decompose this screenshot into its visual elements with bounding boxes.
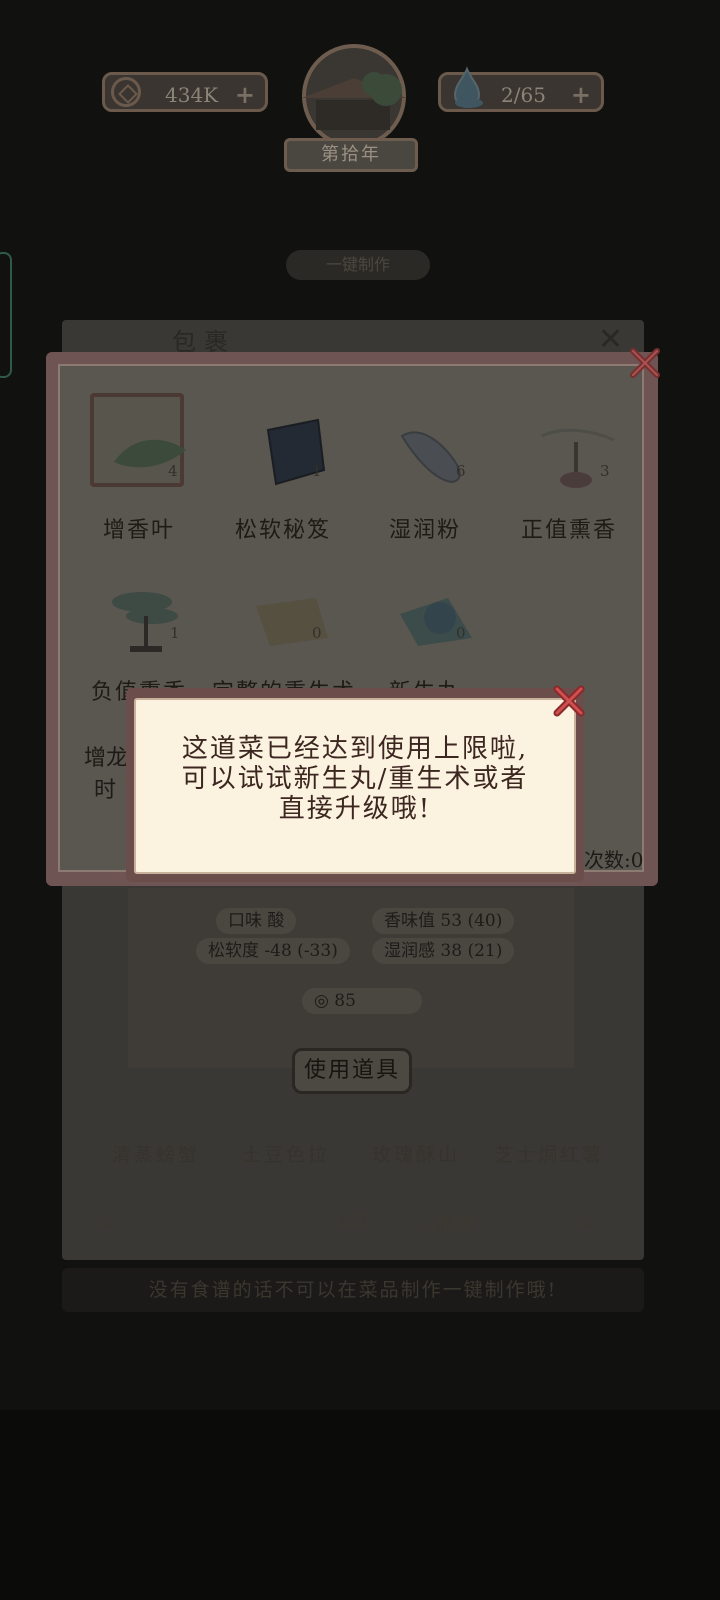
- coin-counter[interactable]: 434K +: [102, 72, 268, 112]
- side-tab[interactable]: [0, 252, 12, 378]
- scroll-icon: [256, 598, 328, 646]
- item-slot[interactable]: 3 正值熏香: [504, 366, 634, 543]
- partial-item-label: 时: [94, 778, 117, 803]
- dish-label[interactable]: 芝士焗红薯: [494, 1140, 604, 1167]
- energy-value: 2/65: [501, 83, 546, 107]
- alert-message: 这道菜已经达到使用上限啦, 可以试试新生丸/重生术或者 直接升级哦!: [138, 734, 572, 824]
- item-slot[interactable]: 6 湿润粉: [360, 366, 490, 543]
- item-count: 1: [170, 624, 180, 642]
- item-slot[interactable]: 4 增香叶: [74, 366, 204, 543]
- price-stat: ◎ 85: [302, 988, 422, 1014]
- alert-line: 直接升级哦!: [278, 794, 432, 824]
- next-page-arrow-icon[interactable]: ⇨: [578, 1208, 600, 1238]
- item-slot[interactable]: 1 负值熏香: [74, 528, 204, 705]
- prev-page-arrow-icon[interactable]: ⇦: [96, 1208, 118, 1238]
- item-slot[interactable]: 1 松软秘笈: [218, 366, 348, 543]
- year-banner: 第拾年: [284, 138, 418, 172]
- pill-icon: [400, 598, 472, 646]
- filter-button[interactable]: ⌕ 筛选: [416, 1208, 474, 1237]
- alert-line: 可以试试新生丸/重生术或者: [181, 764, 529, 794]
- powder-icon: [400, 431, 461, 484]
- item-name: 正值熏香: [520, 518, 617, 543]
- item-count: 1: [312, 462, 322, 480]
- partial-item-label: 增龙: [84, 746, 129, 771]
- incense-icon: [541, 428, 615, 488]
- coin-icon: [111, 77, 141, 107]
- dish-label[interactable]: 玫瑰酥山: [372, 1140, 460, 1167]
- alert-close-icon[interactable]: [552, 684, 586, 718]
- book-icon: [266, 418, 326, 486]
- item-count: 6: [456, 462, 466, 480]
- add-energy-button[interactable]: +: [571, 75, 591, 115]
- hint-banner: 没有食谱的话不可以在菜品制作一键制作哦!: [62, 1268, 644, 1312]
- alert-line: 这道菜已经达到使用上限啦,: [181, 734, 529, 764]
- price-coin-icon: ◎: [314, 991, 335, 1011]
- bonsai-incense-icon: [112, 592, 178, 652]
- bottom-safe-area: [0, 1410, 720, 1600]
- item-count: 4: [168, 462, 178, 480]
- moisture-stat: 湿润感 38 (21): [372, 938, 515, 964]
- coin-value: 434K: [165, 83, 219, 107]
- item-slot[interactable]: 0 完整的重生术: [212, 528, 354, 705]
- magnifier-icon: ⌕: [416, 1212, 434, 1236]
- leaf-icon: [114, 439, 186, 468]
- item-count: 0: [312, 624, 322, 642]
- page-indicator: 1/2: [336, 1208, 369, 1232]
- item-count: 0: [456, 624, 466, 642]
- add-coins-button[interactable]: +: [235, 75, 255, 115]
- item-slot[interactable]: 0 新生丸: [360, 528, 490, 705]
- use-item-button[interactable]: 使用道具: [292, 1048, 412, 1094]
- item-count: 3: [600, 462, 610, 480]
- taste-stat: 口味 酸: [216, 908, 297, 934]
- dish-label[interactable]: 土豆色拉: [242, 1140, 330, 1167]
- water-drop-icon: [453, 66, 483, 108]
- aroma-stat: 香味值 53 (40): [372, 908, 515, 934]
- softness-stat: 松软度 -48 (-33): [196, 938, 350, 964]
- price-value: 85: [334, 991, 356, 1011]
- uses-remaining-fragment: 次数:0: [584, 848, 644, 872]
- dish-label[interactable]: 清蒸螃蟹: [112, 1140, 200, 1167]
- energy-counter[interactable]: 2/65 +: [438, 66, 604, 115]
- one-click-tag: 一键制作: [286, 250, 430, 280]
- pavilion-emblem-icon: [302, 44, 406, 140]
- filter-label: 筛选: [433, 1212, 474, 1236]
